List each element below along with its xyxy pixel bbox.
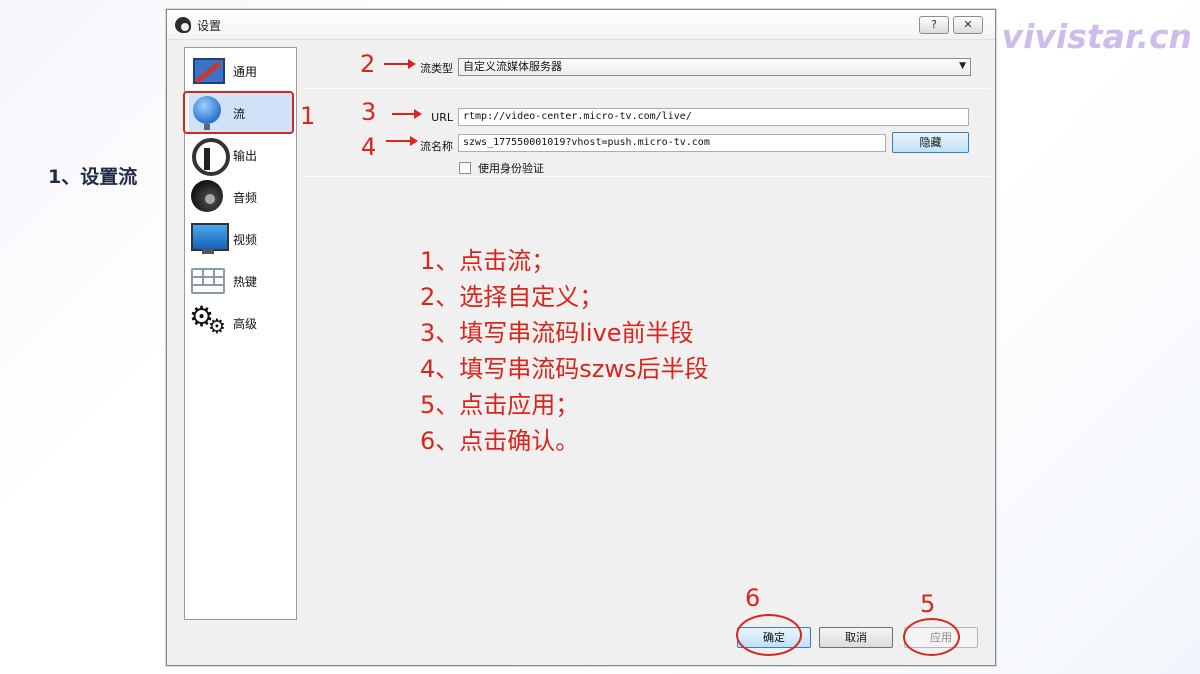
- use-auth-label: 使用身份验证: [478, 162, 544, 175]
- sidebar-item-hotkeys[interactable]: 热键: [189, 261, 293, 301]
- monitor-icon: [189, 220, 229, 258]
- sidebar-item-label: 高级: [233, 316, 258, 331]
- annotation-number: 1: [300, 102, 316, 130]
- annotation-arrow: [384, 59, 416, 69]
- annotation-arrow: [392, 109, 422, 119]
- sidebar-item-label: 热键: [233, 274, 258, 289]
- annotation-number: 6: [745, 584, 761, 612]
- sidebar-item-label: 音频: [233, 190, 258, 205]
- instruction-step: 6、点击确认。: [420, 427, 580, 455]
- instruction-step: 4、填写串流码szws后半段: [420, 355, 709, 383]
- stream-type-label: 流类型: [420, 62, 453, 75]
- instruction-step: 2、选择自定义；: [420, 283, 604, 311]
- annotation-number: 2: [360, 50, 376, 78]
- hide-key-button[interactable]: 隐藏: [892, 132, 969, 153]
- slide-label: 1、设置流: [48, 166, 138, 188]
- annotation-number: 3: [361, 98, 377, 126]
- stream-key-input[interactable]: szws_177550001019?vhost=push.micro-tv.co…: [458, 134, 886, 152]
- help-button[interactable]: ?: [919, 16, 949, 34]
- annotation-circle-ok: [736, 614, 802, 656]
- speaker-icon: [189, 178, 227, 216]
- separator: [304, 176, 990, 177]
- sidebar-item-advanced[interactable]: 高级: [189, 300, 293, 343]
- instruction-steps: 1、点击流； 2、选择自定义； 3、填写串流码live前半段 4、填写串流码sz…: [420, 243, 709, 459]
- output-antenna-icon: [189, 136, 230, 176]
- sidebar-item-label: 视频: [233, 232, 258, 247]
- sidebar-item-label: 输出: [233, 148, 258, 163]
- instruction-step: 5、点击应用；: [420, 391, 580, 419]
- sidebar-item-audio[interactable]: 音频: [189, 177, 293, 217]
- close-button[interactable]: ✕: [953, 16, 983, 34]
- gears-icon: [189, 300, 227, 342]
- sidebar-item-video[interactable]: 视频: [189, 219, 293, 259]
- annotation-box-stream: [183, 91, 294, 134]
- stream-type-select[interactable]: 自定义流媒体服务器 ▼: [458, 58, 971, 76]
- titlebar: 设置 ? ✕: [167, 10, 995, 40]
- monitor-pencil-icon: [189, 52, 227, 90]
- keyboard-icon: [189, 262, 227, 300]
- sidebar-item-general[interactable]: 通用: [189, 51, 293, 91]
- sidebar-item-output[interactable]: 输出: [189, 135, 293, 176]
- annotation-number: 4: [361, 133, 377, 161]
- separator: [304, 88, 990, 89]
- instruction-step: 3、填写串流码live前半段: [420, 319, 694, 347]
- chevron-down-icon: ▼: [959, 61, 966, 71]
- use-auth-checkbox[interactable]: [459, 162, 471, 174]
- sidebar-item-label: 通用: [233, 64, 258, 79]
- annotation-arrow: [386, 136, 418, 146]
- cancel-button[interactable]: 取消: [819, 627, 893, 648]
- obs-app-icon: [175, 17, 191, 33]
- url-input[interactable]: rtmp://video-center.micro-tv.com/live/: [458, 108, 969, 126]
- instruction-step: 1、点击流；: [420, 247, 556, 275]
- annotation-circle-apply: [903, 618, 960, 656]
- annotation-number: 5: [920, 590, 936, 618]
- stream-type-value: 自定义流媒体服务器: [463, 60, 562, 73]
- window-title: 设置: [197, 19, 222, 33]
